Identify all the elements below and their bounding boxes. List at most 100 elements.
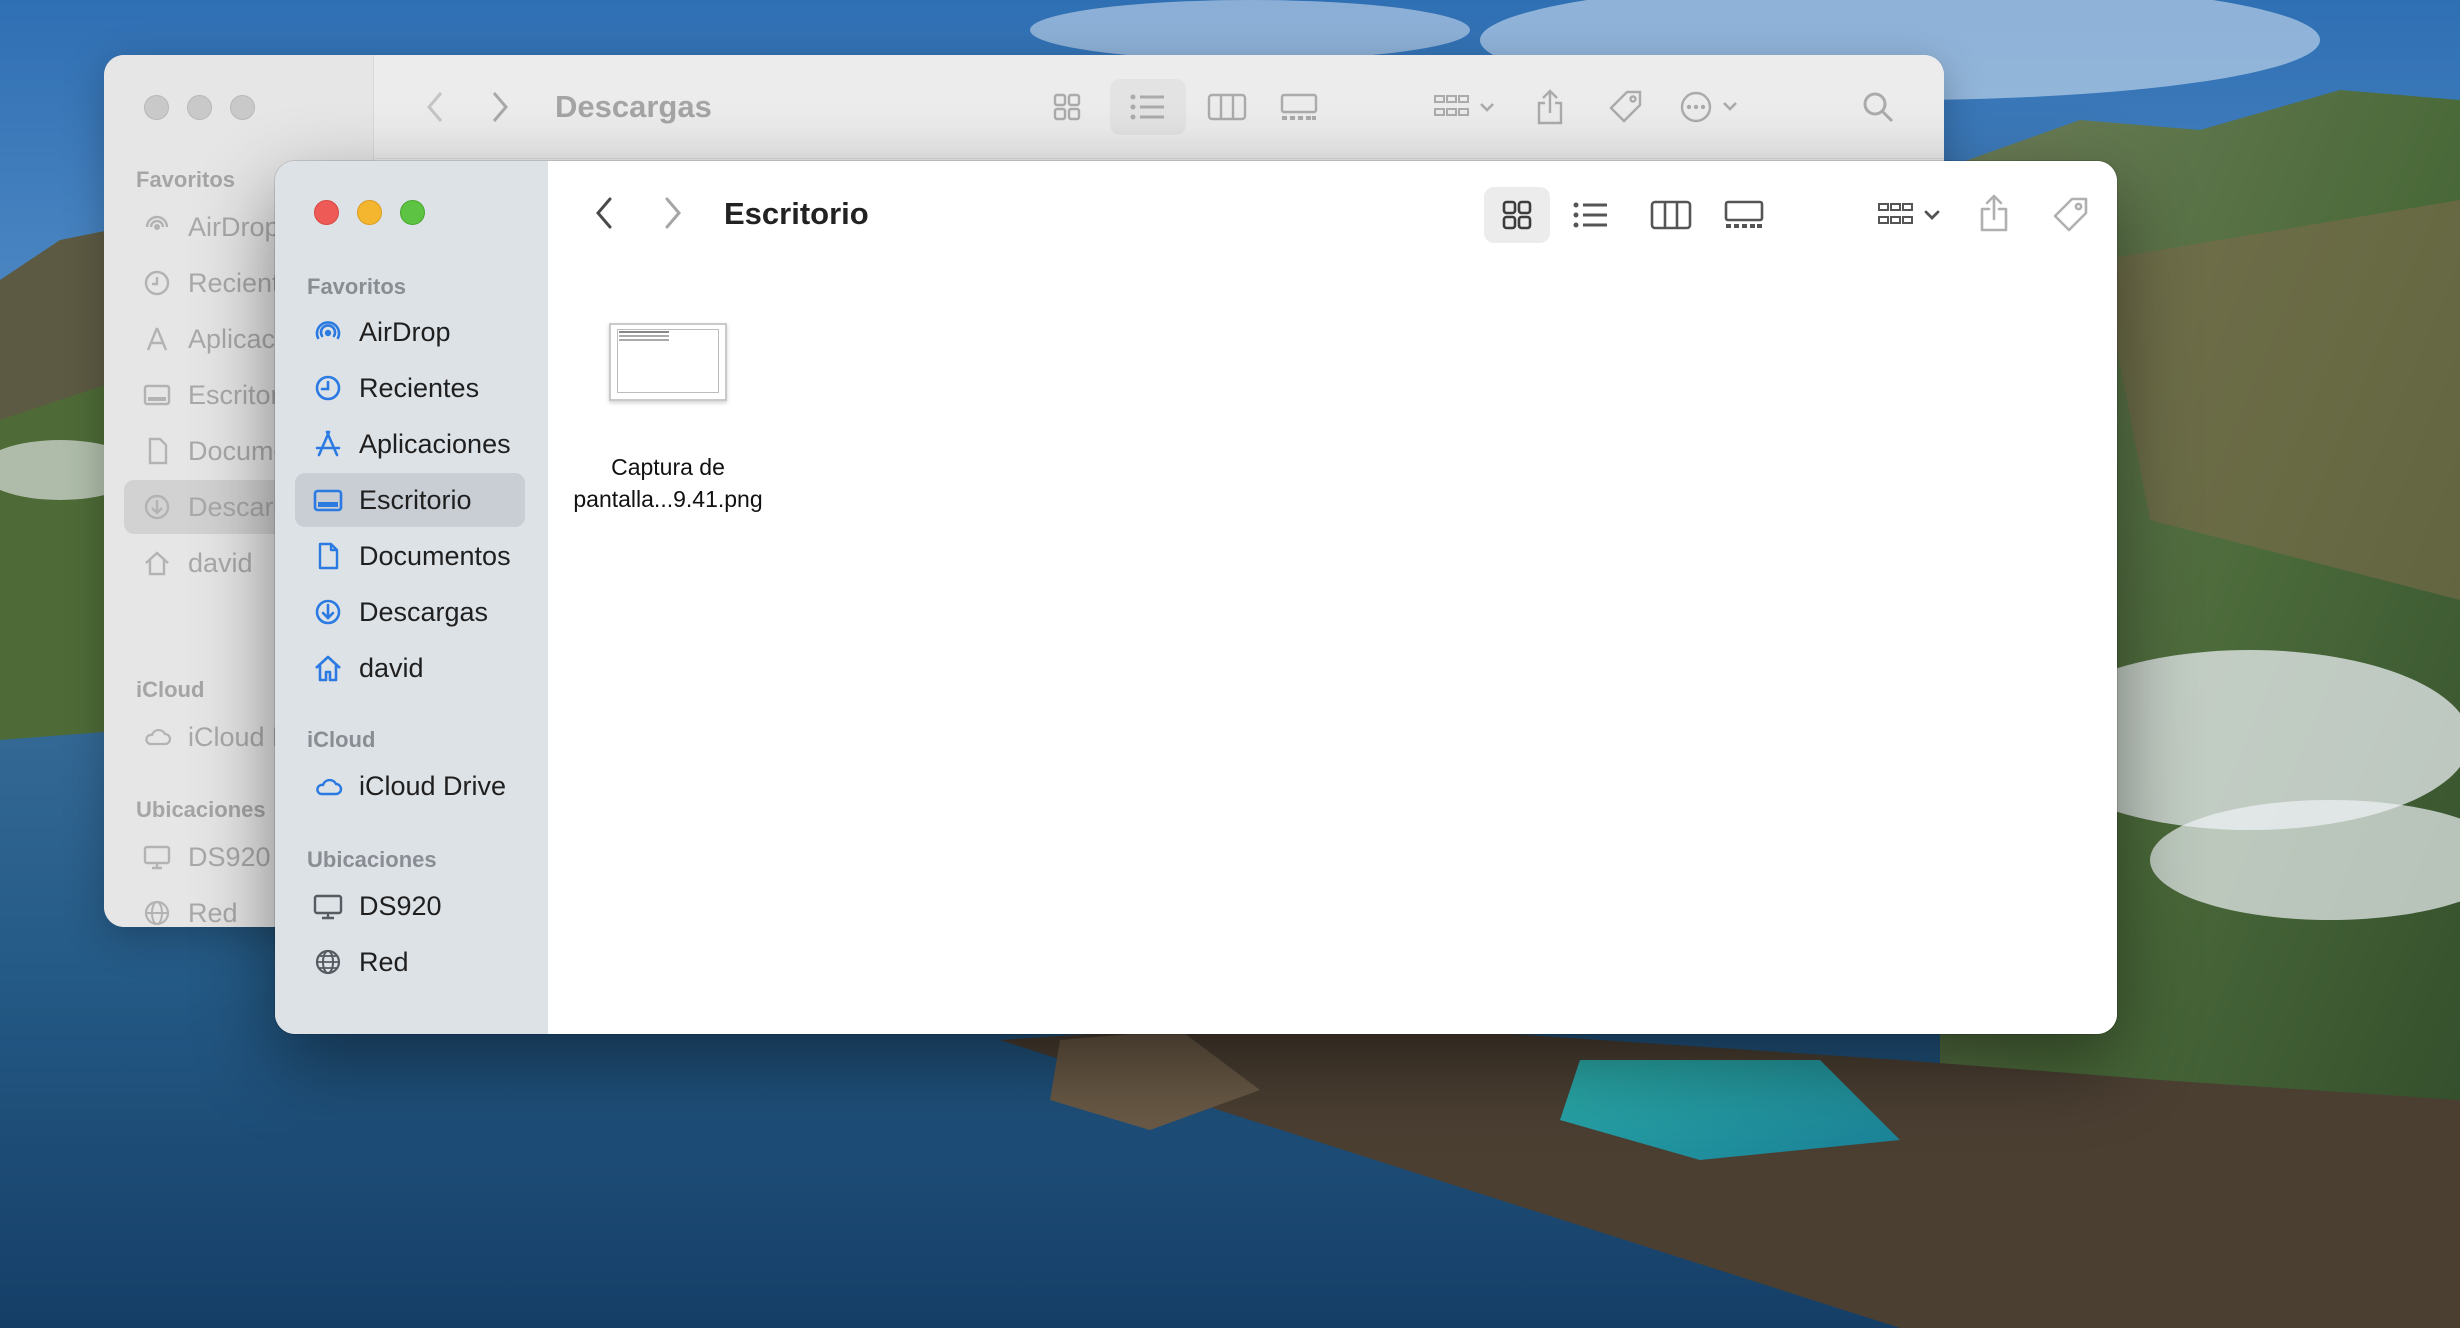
columns-icon <box>1207 93 1247 121</box>
tags-button[interactable] <box>2044 187 2096 243</box>
group-icon <box>1878 203 1940 224</box>
applications-icon <box>313 429 343 459</box>
sidebar-item-airdrop[interactable]: AirDrop <box>295 305 525 359</box>
group-icon <box>1434 95 1494 116</box>
sidebar-item-icloud-drive[interactable]: iCloud Drive <box>295 759 525 813</box>
grid-icon <box>1502 200 1532 230</box>
sidebar-item-label: Aplicaci <box>188 323 282 354</box>
finder-window[interactable]: Favoritos AirDrop Recientes Aplicaciones… <box>275 161 2117 1034</box>
icon-view-button[interactable] <box>1035 79 1099 135</box>
sidebar-item-home[interactable]: david <box>295 641 525 695</box>
sidebar-item-label: Descarg <box>188 491 289 522</box>
sidebar-item-recent[interactable]: Recientes <box>295 361 525 415</box>
sidebar-item-label: DS920 <box>359 890 442 921</box>
sidebar-item-downloads[interactable]: Descargas <box>295 585 525 639</box>
cloud-icon <box>313 771 343 801</box>
clock-icon <box>313 373 343 403</box>
window-controls <box>314 200 425 225</box>
zoom-button[interactable] <box>400 200 425 225</box>
tag-icon <box>1609 90 1642 123</box>
chevron-left-icon <box>596 197 612 229</box>
section-locations: Ubicaciones <box>307 847 437 872</box>
toolbar: Descargas <box>375 55 1944 159</box>
share-icon <box>1980 194 2008 232</box>
minimize-button[interactable] <box>187 95 212 120</box>
group-button[interactable] <box>1425 79 1505 135</box>
airdrop-icon <box>313 317 343 347</box>
chevron-right-icon <box>665 197 681 229</box>
airdrop-icon <box>142 212 172 242</box>
gallery-icon <box>1280 93 1318 120</box>
file-item[interactable]: Captura de pantalla...9.41.png <box>558 323 778 515</box>
globe-icon <box>313 947 343 977</box>
column-view-button[interactable] <box>1195 79 1259 135</box>
search-icon <box>1863 92 1894 123</box>
applications-icon <box>142 324 172 354</box>
forward-button[interactable] <box>653 185 693 241</box>
gallery-icon <box>1724 200 1764 228</box>
window-title: Escritorio <box>724 196 869 231</box>
section-icloud: iCloud <box>136 677 205 702</box>
display-icon <box>142 842 172 872</box>
gallery-view-button[interactable] <box>1711 187 1777 243</box>
window-controls <box>144 95 255 120</box>
globe-icon <box>142 898 172 927</box>
gallery-view-button[interactable] <box>1267 79 1331 135</box>
sidebar-item-label: Red <box>359 946 409 977</box>
sidebar-item-label: Recient <box>188 267 280 298</box>
section-locations: Ubicaciones <box>136 797 266 822</box>
file-content-area[interactable]: Captura de pantalla...9.41.png <box>548 265 2117 1034</box>
desktop-icon <box>142 380 172 410</box>
icon-view-button[interactable] <box>1484 187 1550 243</box>
sidebar-item-label: Documentos <box>359 540 511 571</box>
section-icloud: iCloud <box>307 727 376 752</box>
close-button[interactable] <box>144 95 169 120</box>
list-icon <box>1130 94 1164 120</box>
zoom-button[interactable] <box>230 95 255 120</box>
document-icon <box>313 541 343 571</box>
sidebar-item-desktop[interactable]: Escritorio <box>295 473 525 527</box>
list-view-button[interactable] <box>1110 79 1186 135</box>
back-button[interactable] <box>584 185 624 241</box>
sidebar-item-label: AirDrop <box>359 316 451 347</box>
sidebar-item-ds920[interactable]: DS920 <box>295 879 525 933</box>
display-icon <box>313 891 343 921</box>
window-title: Descargas <box>555 89 712 124</box>
more-actions-button[interactable] <box>1670 79 1750 135</box>
download-icon <box>313 597 343 627</box>
sidebar-item-network[interactable]: Red <box>295 935 525 989</box>
list-view-button[interactable] <box>1558 187 1624 243</box>
forward-button[interactable] <box>480 79 520 135</box>
column-view-button[interactable] <box>1638 187 1704 243</box>
chevron-right-icon <box>492 92 508 122</box>
sidebar-item-label: Red <box>188 897 238 928</box>
sidebar-item-label: david <box>359 652 424 683</box>
sidebar-item-label: Docume <box>188 435 289 466</box>
share-button[interactable] <box>1968 185 2020 241</box>
section-favorites: Favoritos <box>307 274 407 299</box>
tags-button[interactable] <box>1600 79 1650 135</box>
home-icon <box>313 653 343 683</box>
chevron-left-icon <box>427 92 443 122</box>
home-icon <box>142 548 172 578</box>
sidebar-item-label: iCloud Drive <box>359 770 507 801</box>
file-name: Captura de pantalla...9.41.png <box>573 454 763 512</box>
sidebar-item-label: Escritorio <box>359 484 472 515</box>
sidebar-item-label: Recientes <box>359 372 480 403</box>
group-button[interactable] <box>1868 187 1952 243</box>
list-icon <box>1573 202 1607 228</box>
sidebar: Favoritos AirDrop Recientes Aplicaciones… <box>275 161 548 1034</box>
clock-icon <box>142 268 172 298</box>
more-actions-button[interactable] <box>2114 187 2117 243</box>
close-button[interactable] <box>314 200 339 225</box>
sidebar-item-applications[interactable]: Aplicaciones <box>295 417 525 471</box>
share-icon <box>1537 89 1563 125</box>
sidebar-item-label: AirDrop <box>188 211 280 242</box>
minimize-button[interactable] <box>357 200 382 225</box>
ellipsis-circle-icon <box>1680 91 1737 123</box>
sidebar-item-documents[interactable]: Documentos <box>295 529 525 583</box>
search-button[interactable] <box>1850 79 1906 135</box>
back-button[interactable] <box>415 79 455 135</box>
share-button[interactable] <box>1525 79 1575 135</box>
section-favorites: Favoritos <box>136 167 236 192</box>
